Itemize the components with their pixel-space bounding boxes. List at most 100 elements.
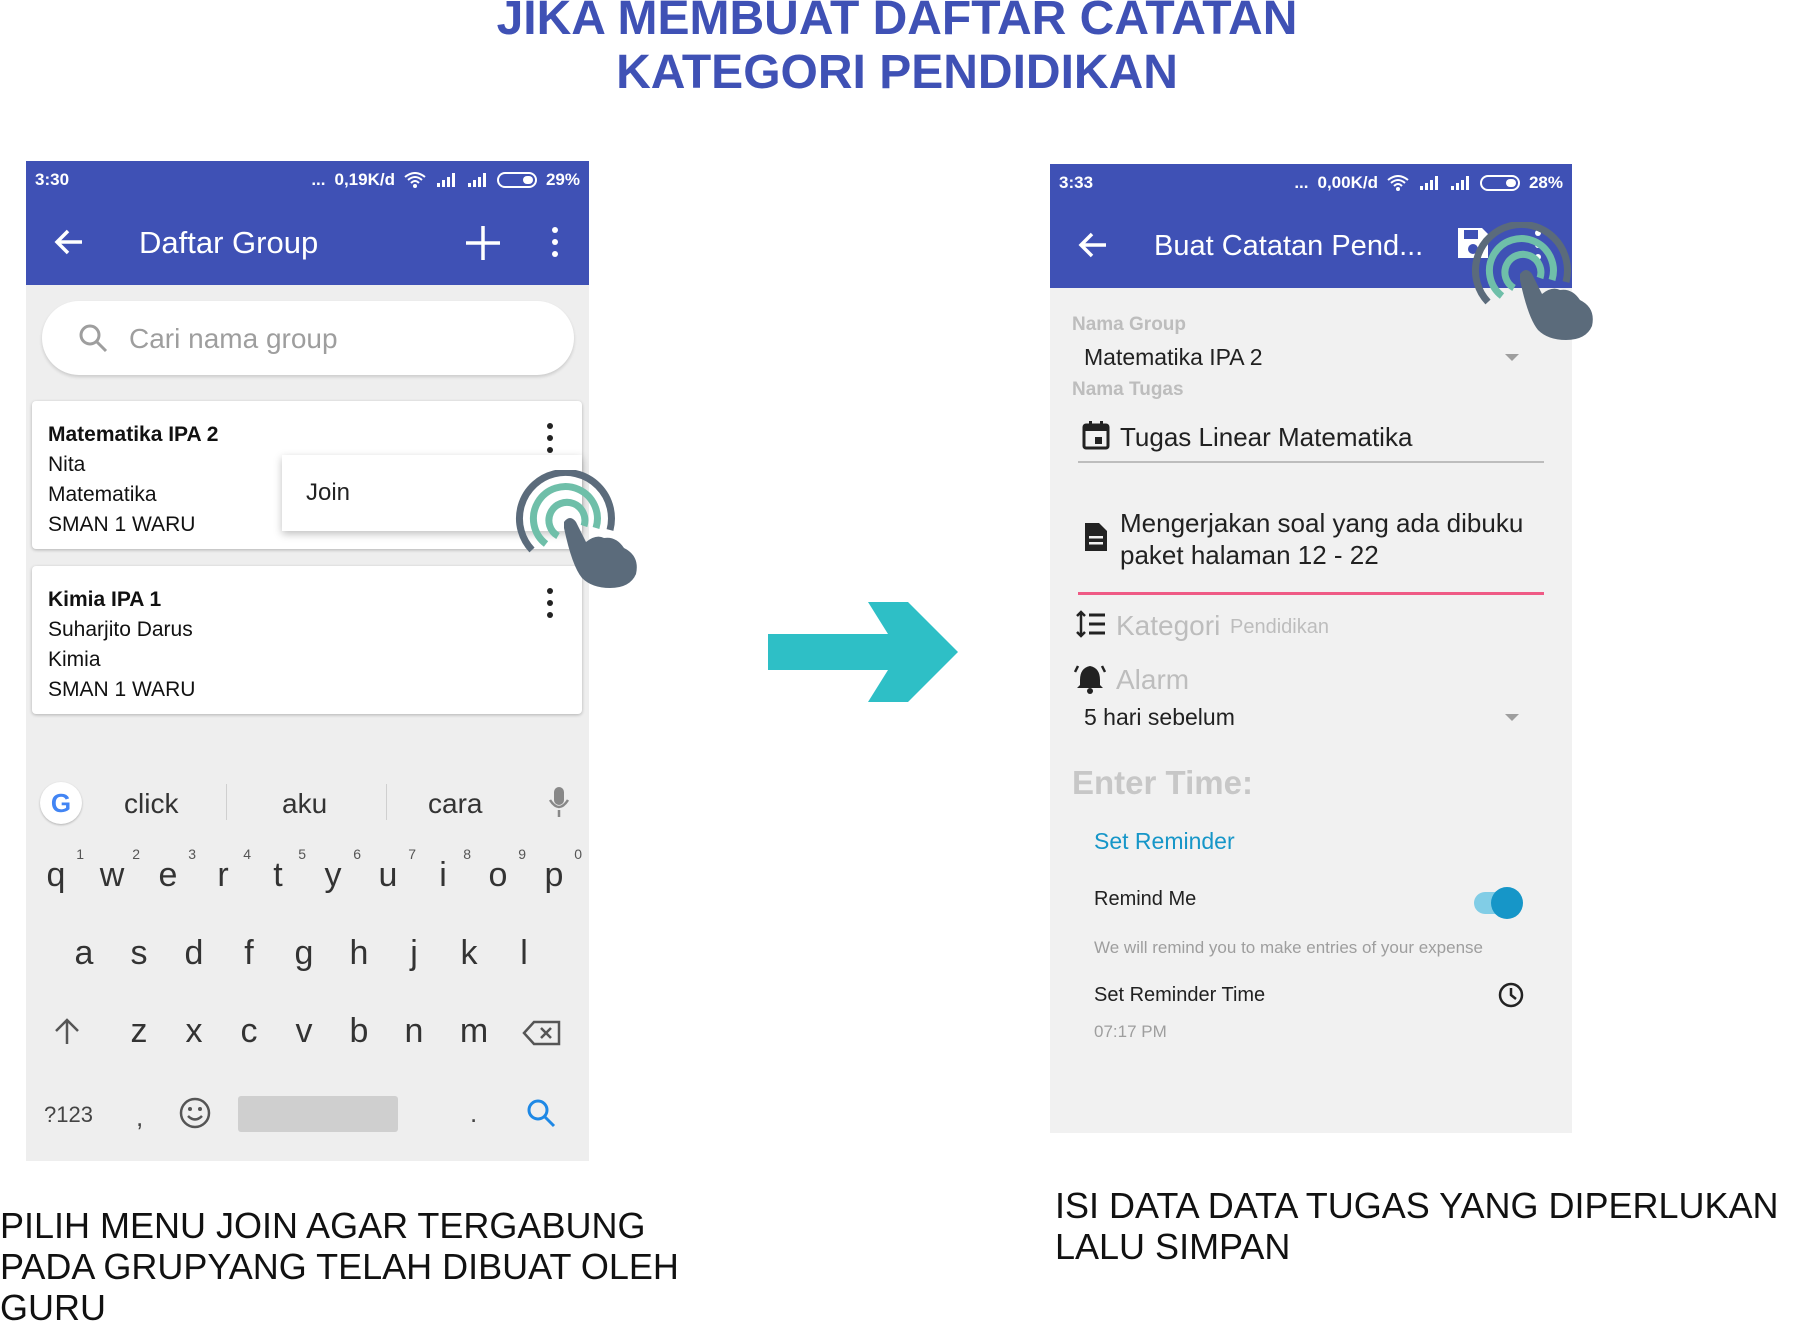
- key-u[interactable]: u7: [368, 846, 416, 895]
- signal-icon: [1418, 176, 1440, 190]
- left-phone-screen: 3:30 ... 0,19K/d 29% Daftar Group Cari n…: [26, 161, 589, 1161]
- sort-icon: [1076, 610, 1105, 638]
- description-line-2[interactable]: paket halaman 12 - 22: [1120, 540, 1379, 571]
- key-n[interactable]: n: [394, 1012, 434, 1051]
- group-name: Kimia IPA 1: [48, 588, 162, 611]
- backspace-icon[interactable]: [522, 1020, 562, 1046]
- key-l[interactable]: l: [504, 934, 544, 973]
- tap-gesture-icon: [1471, 222, 1593, 340]
- emoji-icon[interactable]: [178, 1096, 212, 1130]
- reminder-time-value: 07:17 PM: [1094, 1022, 1167, 1041]
- arrow-right-icon: [768, 602, 958, 702]
- heading-line-2: KATEGORI PENDIDIKAN: [616, 46, 1178, 99]
- key-q[interactable]: q1: [36, 846, 84, 895]
- spacebar[interactable]: [238, 1096, 398, 1132]
- key-digit: 5: [298, 846, 306, 862]
- wifi-icon: [1387, 175, 1409, 191]
- key-w[interactable]: w2: [92, 846, 140, 895]
- key-j[interactable]: j: [394, 934, 434, 973]
- status-time: 3:33: [1059, 173, 1094, 192]
- arrow-left-icon[interactable]: [1076, 228, 1110, 262]
- status-dots: ...: [311, 170, 326, 189]
- key-i[interactable]: i8: [423, 846, 471, 895]
- search-input[interactable]: Cari nama group: [42, 301, 574, 375]
- key-f[interactable]: f: [229, 934, 269, 973]
- key-label: w: [99, 856, 125, 894]
- key-z[interactable]: z: [119, 1012, 159, 1051]
- key-label: p: [544, 856, 564, 894]
- group-teacher: Suharjito Darus: [48, 618, 193, 641]
- card-more-icon[interactable]: [546, 421, 554, 455]
- alarm-label: Alarm: [1116, 664, 1190, 695]
- card-more-icon[interactable]: [546, 586, 554, 620]
- remind-me-label: Remind Me: [1094, 888, 1197, 910]
- key-period[interactable]: .: [470, 1098, 477, 1129]
- status-time: 3:30: [35, 170, 70, 189]
- key-b[interactable]: b: [339, 1012, 379, 1051]
- status-dots: ...: [1294, 173, 1309, 192]
- search-key-icon[interactable]: [526, 1098, 556, 1128]
- battery-percent: 29%: [545, 170, 580, 189]
- key-digit: 3: [188, 846, 196, 862]
- key-comma[interactable]: ,: [136, 1102, 143, 1133]
- key-p[interactable]: p0: [534, 846, 582, 895]
- key-digit: 8: [463, 846, 471, 862]
- key-h[interactable]: h: [339, 934, 379, 973]
- key-label: i: [439, 856, 447, 894]
- plus-icon[interactable]: [463, 223, 503, 263]
- suggestion[interactable]: click: [124, 788, 178, 820]
- suggestion[interactable]: cara: [428, 788, 482, 820]
- battery-percent: 28%: [1528, 173, 1563, 192]
- dropdown-caret-icon: [1505, 714, 1519, 721]
- set-reminder-heading: Set Reminder: [1094, 828, 1235, 854]
- key-e[interactable]: e3: [148, 846, 196, 895]
- alarm-bell-icon: [1074, 665, 1106, 694]
- status-bar: 3:30 ... 0,19K/d 29%: [26, 161, 589, 199]
- group-card[interactable]: Kimia IPA 1 Suharjito Darus Kimia SMAN 1…: [32, 566, 582, 714]
- key-r[interactable]: r4: [203, 846, 251, 895]
- heading-line-1: JIKA MEMBUAT DAFTAR CATATAN: [496, 0, 1298, 45]
- arrow-left-icon[interactable]: [52, 225, 86, 259]
- key-y[interactable]: y6: [313, 846, 362, 895]
- key-v[interactable]: v: [284, 1012, 324, 1051]
- reminder-time-label[interactable]: Set Reminder Time: [1094, 984, 1265, 1007]
- key-c[interactable]: c: [229, 1012, 269, 1051]
- join-menu-item[interactable]: Join: [306, 479, 350, 507]
- search-placeholder: Cari nama group: [129, 323, 338, 354]
- key-a[interactable]: a: [64, 934, 104, 973]
- category-value[interactable]: Pendidikan: [1230, 616, 1329, 639]
- key-s[interactable]: s: [119, 934, 159, 973]
- key-label: r: [217, 856, 229, 894]
- key-digit: 4: [243, 846, 251, 862]
- remind-me-toggle[interactable]: [1474, 887, 1523, 919]
- group-select[interactable]: Matematika IPA 2: [1084, 344, 1263, 371]
- key-t[interactable]: t5: [258, 846, 306, 895]
- suggestion[interactable]: aku: [282, 788, 327, 820]
- more-vert-icon[interactable]: [551, 225, 559, 259]
- divider: [386, 784, 387, 820]
- key-d[interactable]: d: [174, 934, 214, 973]
- status-speed: 0,19K/d: [334, 170, 395, 189]
- app-bar-title: Daftar Group: [139, 225, 319, 260]
- alarm-select[interactable]: 5 hari sebelum: [1084, 704, 1235, 731]
- microphone-icon[interactable]: [548, 786, 570, 818]
- key-m[interactable]: m: [454, 1012, 494, 1051]
- key-label: y: [324, 856, 342, 894]
- task-label: Nama Tugas: [1072, 379, 1184, 400]
- key-symbols[interactable]: ?123: [44, 1102, 93, 1128]
- clock-icon[interactable]: [1498, 982, 1524, 1008]
- description-line-1[interactable]: Mengerjakan soal yang ada dibuku: [1120, 508, 1523, 539]
- key-x[interactable]: x: [174, 1012, 214, 1051]
- key-g[interactable]: g: [284, 934, 324, 973]
- dropdown-caret-icon: [1505, 354, 1519, 361]
- app-bar-title: Buat Catatan Pend...: [1154, 230, 1424, 262]
- key-o[interactable]: o9: [478, 846, 526, 895]
- task-input[interactable]: Tugas Linear Matematika: [1120, 422, 1412, 453]
- shift-icon[interactable]: [52, 1016, 82, 1046]
- group-subject: Matematika: [48, 483, 157, 506]
- battery-icon: [1479, 175, 1520, 191]
- key-k[interactable]: k: [449, 934, 489, 973]
- google-logo-icon[interactable]: G: [40, 782, 82, 824]
- group-subject: Kimia: [48, 648, 101, 671]
- group-school: SMAN 1 WARU: [48, 678, 196, 701]
